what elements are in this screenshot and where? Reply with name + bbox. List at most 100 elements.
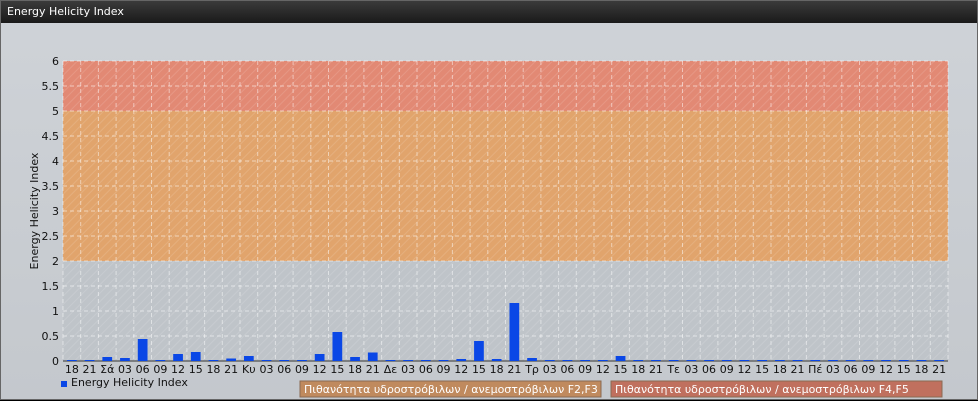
x-tick-label: 06 (419, 363, 433, 376)
bar (332, 332, 343, 361)
bar (739, 360, 750, 361)
bar (137, 339, 148, 361)
x-tick-label: 03 (118, 363, 132, 376)
bar (810, 360, 821, 361)
bar (438, 360, 449, 361)
x-tick-label: 03 (260, 363, 274, 376)
bar (562, 360, 573, 361)
bar (721, 360, 732, 361)
bar (403, 360, 414, 361)
legend-swatch (61, 381, 67, 387)
legend-series-label: Energy Helicity Index (71, 376, 188, 389)
bar (102, 357, 113, 361)
x-tick-label: 21 (649, 363, 663, 376)
bar (350, 357, 360, 361)
y-tick-label: 4 (52, 155, 59, 168)
bar (527, 358, 537, 361)
x-tick-label: 18 (490, 363, 504, 376)
bar (297, 360, 307, 361)
x-tick-label: 15 (614, 363, 628, 376)
bar (845, 360, 856, 361)
chart-window: Energy Helicity Index 0 0.5 1 1.5 2 2.5 3 3.5 4 4… (0, 0, 978, 400)
x-tick-label: 15 (897, 363, 911, 376)
x-tick-label: Κυ (242, 363, 256, 376)
bar (863, 360, 874, 361)
bar (934, 360, 945, 361)
y-tick-label: 4.5 (42, 130, 60, 143)
bar (916, 360, 927, 361)
x-tick-label: 12 (313, 363, 327, 376)
y-tick-label: 3 (52, 205, 59, 218)
x-tick-label: 21 (791, 363, 805, 376)
bar (456, 359, 467, 361)
bar (774, 360, 785, 361)
bar (474, 341, 484, 361)
bar (173, 354, 183, 361)
bar (190, 352, 201, 361)
bar (208, 360, 219, 361)
bar (385, 360, 396, 361)
bar (704, 360, 714, 361)
x-tick-label: 12 (171, 363, 185, 376)
bar (509, 303, 520, 361)
x-tick-label: 18 (914, 363, 928, 376)
x-tick-label: 09 (153, 363, 167, 376)
x-tick-label: 18 (206, 363, 220, 376)
x-tick-label: 09 (295, 363, 309, 376)
bar (491, 359, 502, 361)
bar (314, 354, 325, 361)
bar (120, 358, 130, 361)
bar (615, 356, 626, 361)
y-tick-label: 1.5 (42, 280, 60, 293)
y-axis-label: Energy Helicity Index (28, 152, 41, 269)
y-tick-label: 1 (52, 305, 59, 318)
bar (686, 360, 697, 361)
bar (155, 360, 166, 361)
bar (633, 360, 644, 361)
bar (367, 352, 378, 361)
y-tick-label: 0.5 (42, 330, 60, 343)
bar (243, 356, 254, 361)
bar (898, 360, 909, 361)
x-tick-label: 03 (826, 363, 840, 376)
x-tick-label: 18 (65, 363, 79, 376)
x-tick-label: 09 (437, 363, 451, 376)
x-tick-label: 15 (755, 363, 769, 376)
x-tick-label: 06 (136, 363, 150, 376)
x-tick-label: 21 (932, 363, 946, 376)
x-tick-label: 15 (330, 363, 344, 376)
x-tick-label: 03 (401, 363, 415, 376)
x-tick-label: 06 (844, 363, 858, 376)
bar (651, 360, 661, 361)
y-tick-label: 3.5 (42, 180, 60, 193)
bar (580, 360, 591, 361)
bar (597, 360, 608, 361)
x-tick-label: 06 (702, 363, 716, 376)
x-tick-label: Τρ (524, 363, 539, 376)
x-tick-label: 15 (472, 363, 486, 376)
x-tick-label: 18 (773, 363, 787, 376)
x-tick-label: 12 (737, 363, 751, 376)
bar (226, 358, 237, 361)
x-tick-label: 21 (224, 363, 238, 376)
x-tick-label: 09 (861, 363, 875, 376)
bar (84, 360, 95, 361)
bar (881, 360, 891, 361)
y-tick-label: 5 (52, 105, 59, 118)
x-tick-label: 21 (366, 363, 380, 376)
bar (66, 360, 77, 361)
bar (279, 360, 290, 361)
legend-band-label: Πιθανότητα υδροστρόβιλων / ανεμοστρόβιλω… (304, 383, 598, 396)
x-tick-label: 09 (720, 363, 734, 376)
x-tick-label: Σά (100, 363, 114, 376)
x-tick-label: 12 (879, 363, 893, 376)
energy-helicity-chart: 00.511.522.533.544.555.5618 21 Σά 03 06 09 12 1… (28, 55, 949, 398)
x-tick-label: 18 (631, 363, 645, 376)
x-tick-label: Δε (384, 363, 398, 376)
y-tick-label: 6 (52, 55, 59, 68)
x-tick-label: 21 (83, 363, 97, 376)
bar (828, 360, 838, 361)
x-tick-label: 18 (348, 363, 362, 376)
x-tick-label: 03 (684, 363, 698, 376)
y-tick-label: 5.5 (42, 80, 60, 93)
